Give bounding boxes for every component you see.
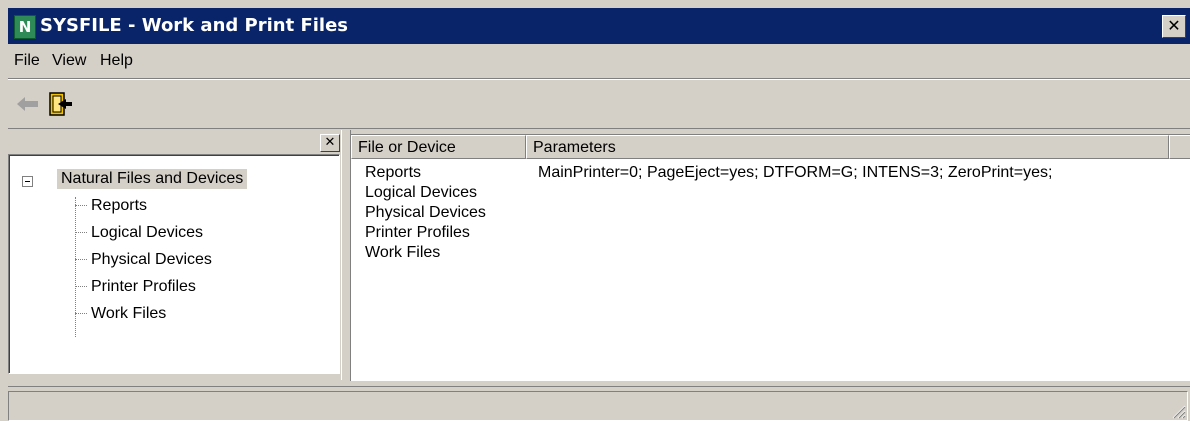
tree-item-label: Physical Devices (91, 251, 212, 268)
tree-item-printer-profiles[interactable]: Printer Profiles (75, 278, 196, 296)
row-params: MainPrinter=0; PageEject=yes; DTFORM=G; … (538, 164, 1053, 181)
close-window-button[interactable]: ✕ (1162, 15, 1186, 38)
close-tree-pane-button[interactable]: ✕ (320, 134, 340, 152)
menu-bar: File View Help (8, 44, 1190, 79)
tree-item-label: Work Files (91, 305, 167, 322)
column-header-file-or-device[interactable]: File or Device (351, 135, 526, 159)
column-header-empty (1169, 135, 1190, 159)
tree-view[interactable]: Natural Files and Devices Reports Logica… (8, 154, 340, 374)
row-name: Logical Devices (365, 184, 478, 201)
window-title: SYSFILE - Work and Print Files (40, 15, 349, 36)
collapse-toggle-icon[interactable] (22, 176, 33, 187)
list-view[interactable]: File or Device Parameters Reports MainPr… (350, 134, 1190, 381)
row-name: Printer Profiles (365, 224, 470, 241)
exit-button[interactable] (46, 90, 74, 118)
tree-pane: ✕ Natural Files and Devices Reports Logi… (8, 134, 340, 374)
tree-item-physical-devices[interactable]: Physical Devices (75, 251, 212, 269)
exit-door-icon (49, 92, 72, 116)
menu-view[interactable]: View (52, 44, 86, 78)
row-name: Physical Devices (365, 204, 486, 221)
tree-item-label: Reports (91, 197, 148, 214)
status-bar (8, 386, 1190, 421)
tree-item-work-files[interactable]: Work Files (75, 305, 166, 323)
row-name: Work Files (365, 244, 441, 261)
tree-item-label: Logical Devices (91, 224, 204, 241)
tree-item-label: Printer Profiles (91, 278, 196, 295)
tree-item-logical-devices[interactable]: Logical Devices (75, 224, 203, 242)
menu-help[interactable]: Help (100, 44, 133, 78)
title-bar[interactable]: N SYSFILE - Work and Print Files ✕ (8, 8, 1190, 44)
back-arrow-icon (17, 97, 38, 111)
tree-root-natural-files[interactable]: Natural Files and Devices (57, 169, 248, 189)
back-button[interactable] (14, 90, 42, 118)
tree-item-reports[interactable]: Reports (75, 197, 147, 215)
row-name: Reports (365, 164, 422, 181)
sysfile-window: N SYSFILE - Work and Print Files ✕ File … (0, 0, 1190, 421)
menu-file[interactable]: File (14, 44, 40, 78)
toolbar (8, 79, 1190, 129)
status-panel (8, 391, 1188, 421)
natural-app-icon: N (14, 15, 36, 39)
column-header-parameters[interactable]: Parameters (526, 135, 1169, 159)
resize-grip-icon[interactable] (1170, 403, 1186, 419)
